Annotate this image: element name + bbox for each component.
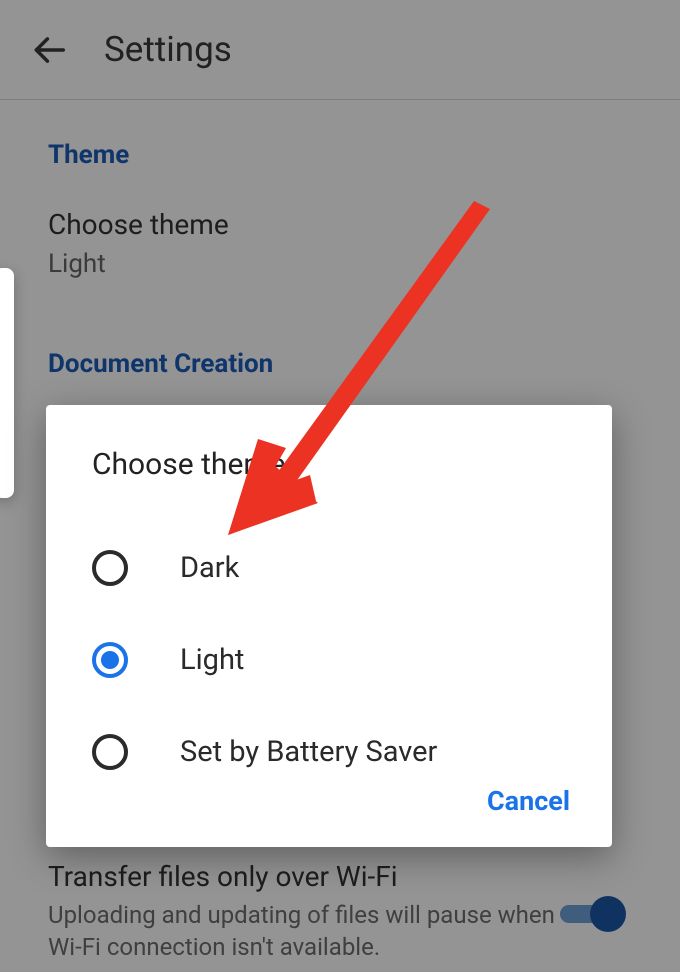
radio-dot-icon (101, 651, 119, 669)
option-label: Light (180, 643, 244, 677)
option-label: Dark (180, 551, 239, 585)
choose-theme-dialog: Choose theme Dark Light Set by Battery S… (46, 405, 612, 847)
radio-unselected-icon (92, 550, 128, 586)
radio-unselected-icon (92, 734, 128, 770)
settings-screen: Settings Theme Choose theme Light Docume… (0, 0, 680, 972)
dialog-title: Choose theme (92, 447, 612, 482)
radio-selected-icon (92, 642, 128, 678)
dialog-actions: Cancel (475, 775, 582, 827)
option-label: Set by Battery Saver (180, 735, 437, 769)
theme-option-dark[interactable]: Dark (46, 522, 612, 614)
theme-option-light[interactable]: Light (46, 614, 612, 706)
edge-artifact (0, 268, 14, 498)
cancel-button[interactable]: Cancel (475, 775, 582, 827)
